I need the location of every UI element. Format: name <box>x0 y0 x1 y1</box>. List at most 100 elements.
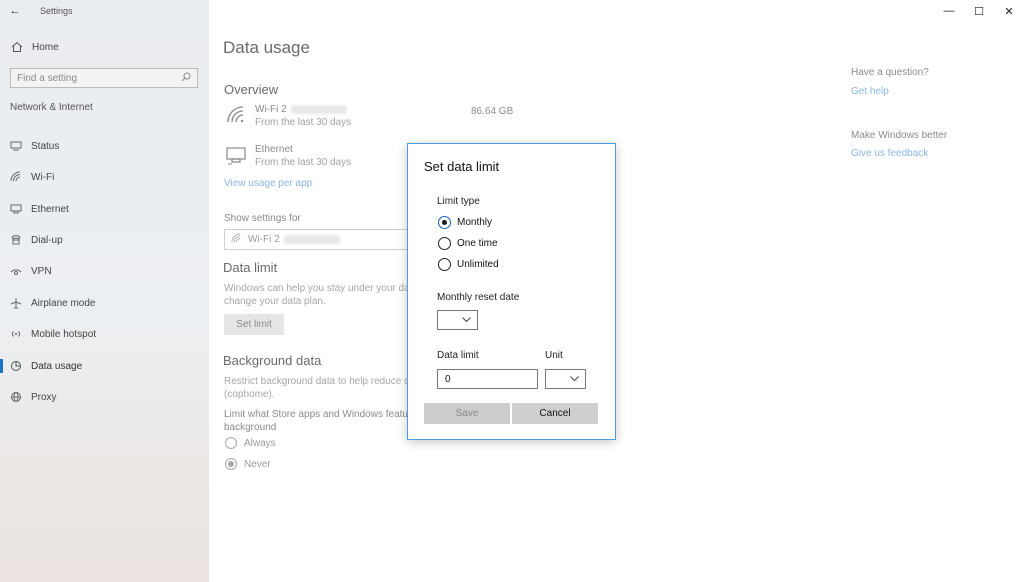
data-limit-desc-line: Windows can help you stay under your dat <box>224 283 413 294</box>
radio-circle-selected <box>225 458 237 470</box>
search-placeholder: Find a setting <box>17 72 78 84</box>
sidebar-item-vpn[interactable]: VPN <box>0 260 209 282</box>
title-bar: ← Settings <box>0 0 209 22</box>
sidebar-item-proxy[interactable]: Proxy <box>0 386 209 408</box>
radio-circle <box>225 437 237 449</box>
limit-store-line: background <box>224 422 277 433</box>
wifi-usage-row: Wi-Fi 2 From the last 30 days <box>225 104 351 128</box>
back-arrow-icon: ← <box>9 5 21 17</box>
sidebar-item-dialup[interactable]: Dial-up <box>0 229 209 251</box>
airplane-icon <box>9 296 23 310</box>
give-feedback-link[interactable]: Give us feedback <box>851 148 928 159</box>
ethernet-icon <box>9 202 23 216</box>
set-limit-button[interactable]: Set limit <box>224 314 284 335</box>
unit-label: Unit <box>545 350 563 361</box>
active-indicator <box>0 359 3 373</box>
home-label: Home <box>32 41 59 53</box>
chevron-down-icon <box>462 315 471 326</box>
set-data-limit-dialog: Set data limit Limit type Monthly One ti… <box>407 143 616 440</box>
radio-circle-selected <box>438 216 451 229</box>
ethernet-icon <box>225 144 247 166</box>
search-input[interactable]: Find a setting <box>10 68 198 88</box>
show-settings-label: Show settings for <box>224 213 301 224</box>
overview-heading: Overview <box>224 82 279 97</box>
radio-label: Unlimited <box>457 259 499 270</box>
unit-dropdown[interactable] <box>545 369 586 389</box>
redacted-ssid <box>290 104 347 114</box>
sidebar-item-label: Wi-Fi <box>31 171 55 183</box>
wifi-icon <box>225 104 247 126</box>
save-button[interactable]: Save <box>424 403 510 424</box>
cancel-button[interactable]: Cancel <box>512 403 598 424</box>
sidebar-item-home[interactable]: Home <box>10 40 59 54</box>
data-limit-label: Data limit <box>437 350 479 361</box>
help-question: Have a question? <box>851 67 929 78</box>
sidebar-item-label: Airplane mode <box>31 297 96 309</box>
limit-store-apps-label: Limit what Store apps and Windows featur… <box>224 408 411 434</box>
radio-never[interactable]: Never <box>225 458 271 470</box>
radio-circle <box>438 237 451 250</box>
data-limit-desc-line: change your data plan. <box>224 296 326 307</box>
reset-date-label: Monthly reset date <box>437 292 520 303</box>
radio-unlimited[interactable]: Unlimited <box>438 258 499 271</box>
status-icon <box>9 139 23 153</box>
wifi-usage-amount: 86.64 GB <box>471 106 514 117</box>
data-usage-icon <box>9 359 23 373</box>
radio-one-time[interactable]: One time <box>438 237 498 250</box>
sidebar-item-label: Ethernet <box>31 203 69 215</box>
page-title: Data usage <box>223 38 310 57</box>
hotspot-icon <box>9 327 23 341</box>
get-help-link[interactable]: Get help <box>851 86 889 97</box>
wifi-network-name: Wi-Fi 2 <box>255 104 287 115</box>
background-data-heading: Background data <box>223 353 322 368</box>
data-limit-description: Windows can help you stay under your dat… <box>224 282 412 308</box>
dialog-title: Set data limit <box>424 159 500 174</box>
data-limit-input[interactable]: 0 <box>437 369 538 389</box>
background-desc-line: Restrict background data to help reduce … <box>224 376 410 387</box>
sidebar-item-airplane-mode[interactable]: Airplane mode <box>0 292 209 314</box>
vpn-icon <box>9 264 23 278</box>
wifi-icon <box>9 170 23 184</box>
radio-label: Never <box>244 458 271 470</box>
ethernet-usage-row: Ethernet From the last 30 days <box>225 144 351 168</box>
make-windows-better: Make Windows better <box>851 130 948 141</box>
sidebar-item-label: VPN <box>31 265 52 277</box>
globe-icon <box>9 390 23 404</box>
sidebar-item-ethernet[interactable]: Ethernet <box>0 198 209 220</box>
sidebar-item-wifi[interactable]: Wi-Fi <box>0 166 209 188</box>
view-usage-link[interactable]: View usage per app <box>224 178 312 189</box>
background-description: Restrict background data to help reduce … <box>224 375 410 401</box>
reset-date-dropdown[interactable] <box>437 310 478 330</box>
network-dropdown[interactable]: Wi-Fi 2 <box>224 229 414 250</box>
search-icon <box>181 72 191 85</box>
sidebar-item-label: Dial-up <box>31 234 63 246</box>
sidebar-item-label: Data usage <box>31 360 83 372</box>
redacted-ssid <box>283 235 340 244</box>
limit-store-line: Limit what Store apps and Windows featur <box>224 409 412 420</box>
data-limit-heading: Data limit <box>223 260 278 275</box>
main-content: Data usage Overview Wi-Fi 2 From the las… <box>209 0 1024 582</box>
chevron-down-icon <box>570 374 579 385</box>
radio-monthly[interactable]: Monthly <box>438 216 492 229</box>
home-icon <box>10 40 24 54</box>
ethernet-period: From the last 30 days <box>255 157 352 168</box>
wifi-period: From the last 30 days <box>255 117 352 128</box>
background-desc-line: (cophome). <box>224 389 275 400</box>
sidebar-item-mobile-hotspot[interactable]: Mobile hotspot <box>0 323 209 345</box>
dialup-icon <box>9 233 23 247</box>
sidebar-item-status[interactable]: Status <box>0 135 209 157</box>
network-dropdown-value: Wi-Fi 2 <box>248 234 280 245</box>
radio-label: Monthly <box>457 217 493 228</box>
back-button[interactable]: ← <box>0 0 30 22</box>
limit-type-label: Limit type <box>437 196 480 207</box>
wifi-icon <box>231 232 242 247</box>
sidebar-item-label: Mobile hotspot <box>31 328 97 340</box>
app-title: Settings <box>40 6 73 16</box>
radio-circle <box>438 258 451 271</box>
sidebar: ← Settings Home Find a setting Network &… <box>0 0 209 582</box>
sidebar-item-label: Proxy <box>31 391 57 403</box>
radio-always[interactable]: Always <box>225 437 276 449</box>
sidebar-item-data-usage[interactable]: Data usage <box>0 355 209 377</box>
sidebar-item-label: Status <box>31 140 60 152</box>
radio-label: Always <box>244 437 276 449</box>
